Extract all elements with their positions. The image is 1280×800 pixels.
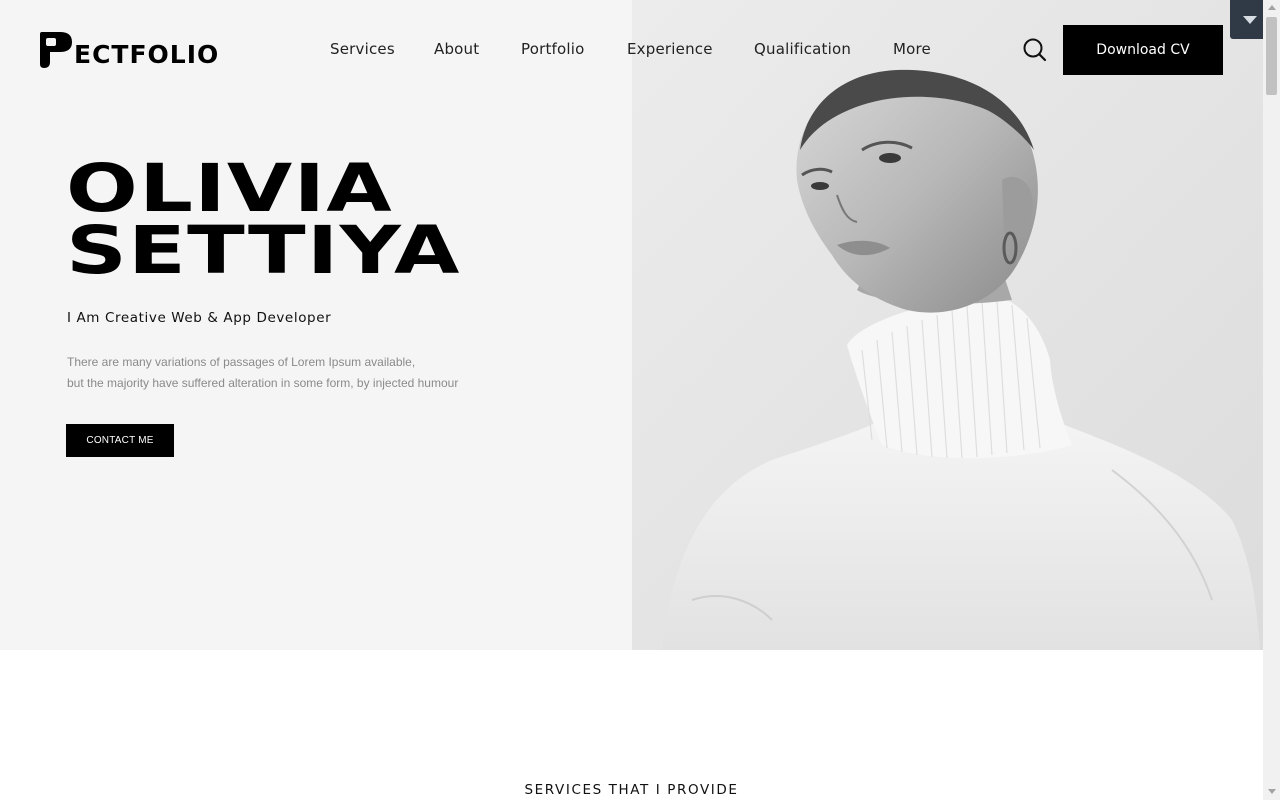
- nav-item-more[interactable]: More: [893, 40, 931, 58]
- hero-portrait-image: [632, 0, 1263, 650]
- logo-text: ECTFOLIO: [74, 40, 220, 69]
- page-scrollbar[interactable]: [1263, 0, 1280, 800]
- hero-name: OLIVIA SETTIYA: [66, 156, 461, 284]
- search-icon: [1023, 38, 1047, 62]
- nav-item-qualification[interactable]: Qualification: [754, 40, 851, 58]
- scroll-up-arrow[interactable]: [1268, 5, 1276, 10]
- hero-description-line2: but the majority have suffered alteratio…: [67, 376, 459, 390]
- download-cv-button[interactable]: Download CV: [1063, 25, 1223, 75]
- scrollbar-thumb[interactable]: [1266, 17, 1277, 95]
- nav-item-about[interactable]: About: [434, 40, 479, 58]
- hero-subtitle: I Am Creative Web & App Developer: [67, 310, 332, 326]
- logo-mark-icon: [40, 32, 72, 68]
- brand-logo[interactable]: ECTFOLIO: [40, 32, 219, 68]
- search-button[interactable]: [1022, 37, 1048, 63]
- hero-description-line1: There are many variations of passages of…: [67, 355, 416, 369]
- chevron-down-icon: [1243, 15, 1257, 24]
- nav-item-services[interactable]: Services: [330, 40, 395, 58]
- contact-me-button[interactable]: CONTACT ME: [66, 424, 174, 457]
- hero-description: There are many variations of passages of…: [67, 352, 458, 394]
- scroll-down-arrow[interactable]: [1268, 789, 1276, 794]
- services-heading: SERVICES THAT I PROVIDE: [524, 782, 739, 798]
- hero-name-line2: SETTIYA: [66, 212, 461, 289]
- nav-item-experience[interactable]: Experience: [627, 40, 713, 58]
- nav-item-portfolio[interactable]: Portfolio: [521, 40, 585, 58]
